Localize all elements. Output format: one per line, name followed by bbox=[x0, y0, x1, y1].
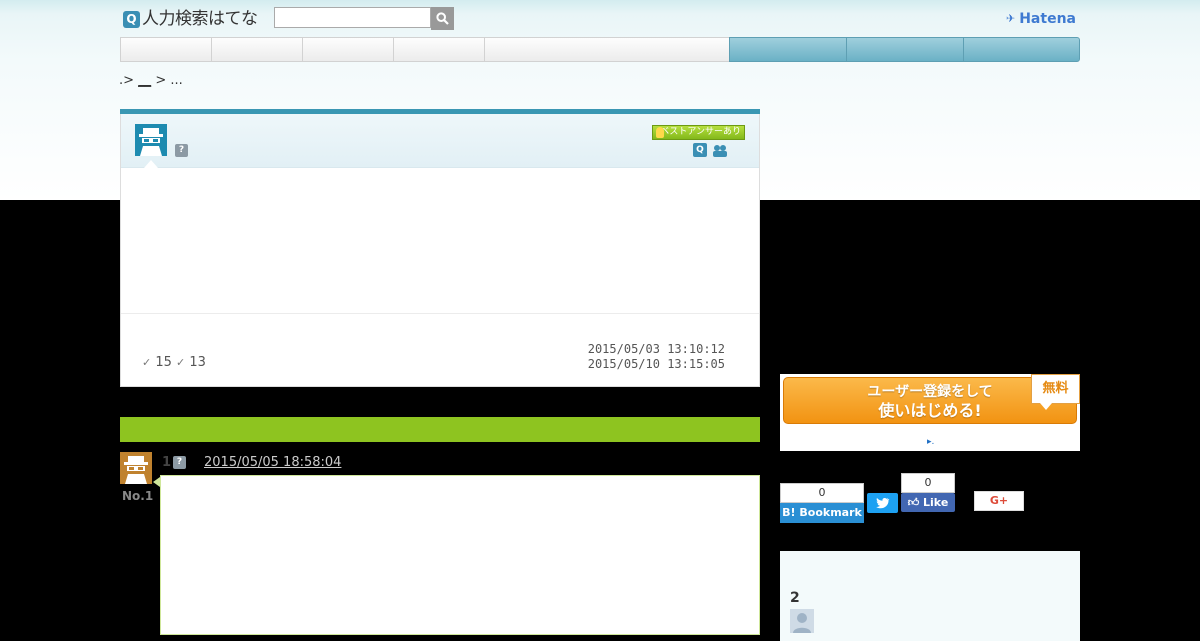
hatena-link[interactable]: ✈ Hatena bbox=[1006, 10, 1076, 28]
best-answer-badge: ベストアンサーあり bbox=[652, 125, 745, 140]
nav-item-1[interactable] bbox=[120, 37, 211, 62]
posted-date: 2015/05/03 13:10:12 bbox=[587, 342, 725, 356]
check-icon: ✓ bbox=[176, 356, 186, 369]
stat-count-a: ✓ 15 bbox=[142, 355, 172, 371]
free-badge: 無料 bbox=[1031, 374, 1080, 404]
breadcrumb: .> __ > ... bbox=[119, 72, 183, 90]
check-icon: ✓ bbox=[142, 356, 152, 369]
free-badge-tail bbox=[1040, 403, 1052, 410]
spy-avatar-icon bbox=[120, 452, 152, 484]
stat-count-b: ✓ 13 bbox=[176, 355, 206, 371]
nav-item-3[interactable] bbox=[302, 37, 393, 62]
nav-item-2[interactable] bbox=[211, 37, 302, 62]
nav-item-4[interactable] bbox=[393, 37, 484, 62]
answer-box bbox=[160, 475, 760, 635]
questioner-avatar[interactable] bbox=[135, 124, 167, 156]
nav-item-8[interactable] bbox=[963, 37, 1080, 62]
default-user-icon bbox=[790, 609, 814, 633]
lightbulb-icon bbox=[656, 127, 664, 138]
facebook-like-label: Like bbox=[923, 496, 949, 509]
twitter-bird-icon bbox=[875, 498, 889, 509]
help-icon[interactable]: ? bbox=[175, 144, 188, 157]
stat-count-b-value: 13 bbox=[189, 355, 206, 370]
question-q-icon[interactable]: Q bbox=[693, 143, 707, 157]
breadcrumb-link[interactable]: __ bbox=[138, 73, 151, 88]
bookmark-button[interactable]: B! Bookmark bbox=[780, 503, 864, 523]
breadcrumb-prefix: .> bbox=[119, 73, 135, 88]
answer-number-label: No.1 bbox=[122, 489, 154, 503]
nav-item-6[interactable] bbox=[729, 37, 846, 62]
search-button[interactable] bbox=[431, 7, 454, 30]
main-nav bbox=[120, 37, 1080, 62]
nav-item-7[interactable] bbox=[846, 37, 963, 62]
search-icon bbox=[436, 12, 449, 25]
search-input[interactable] bbox=[274, 7, 431, 28]
breadcrumb-separator: > bbox=[155, 73, 167, 88]
user-avatar[interactable] bbox=[790, 609, 814, 633]
site-logo[interactable]: Q 人力検索はてな bbox=[123, 9, 258, 29]
facebook-like-button[interactable]: 👍︎ Like bbox=[901, 493, 955, 512]
thumbs-up-icon: 👍︎ bbox=[907, 496, 920, 509]
question-header bbox=[121, 114, 759, 168]
bookmark-count: 0 bbox=[780, 483, 864, 503]
closed-date: 2015/05/10 13:15:05 bbox=[587, 357, 725, 371]
nav-item-5[interactable] bbox=[484, 37, 729, 62]
twitter-button[interactable] bbox=[867, 493, 898, 513]
register-line-2: 使いはじめる! bbox=[878, 401, 982, 420]
people-icon[interactable] bbox=[711, 143, 729, 157]
spy-avatar-icon bbox=[135, 124, 167, 156]
answer-help-icon[interactable]: ? bbox=[173, 456, 186, 469]
pointer-arrow bbox=[144, 160, 158, 168]
hatena-label: Hatena bbox=[1019, 11, 1076, 27]
answers-header-bar bbox=[120, 417, 760, 442]
stat-count-a-value: 15 bbox=[155, 355, 172, 370]
logo-q-icon: Q bbox=[123, 10, 140, 28]
google-plus-button[interactable]: G+ bbox=[974, 491, 1024, 511]
answer-date-link[interactable]: 2015/05/05 18:58:04 bbox=[204, 455, 341, 471]
side-panel-count: 2 bbox=[790, 590, 800, 606]
register-sub-link[interactable]: ▸. bbox=[927, 437, 934, 447]
side-panel bbox=[780, 551, 1080, 641]
best-answer-label: ベストアンサーあり bbox=[660, 127, 741, 137]
answerer-avatar[interactable] bbox=[120, 452, 152, 484]
breadcrumb-tail: ... bbox=[170, 73, 183, 88]
question-divider bbox=[121, 313, 759, 314]
answer-index: 1 bbox=[162, 455, 172, 470]
facebook-count: 0 bbox=[901, 473, 955, 493]
answer-pointer-arrow bbox=[153, 477, 160, 487]
logo-text: 人力検索はてな bbox=[142, 9, 258, 29]
hatena-mark-icon: ✈ bbox=[1006, 12, 1016, 25]
